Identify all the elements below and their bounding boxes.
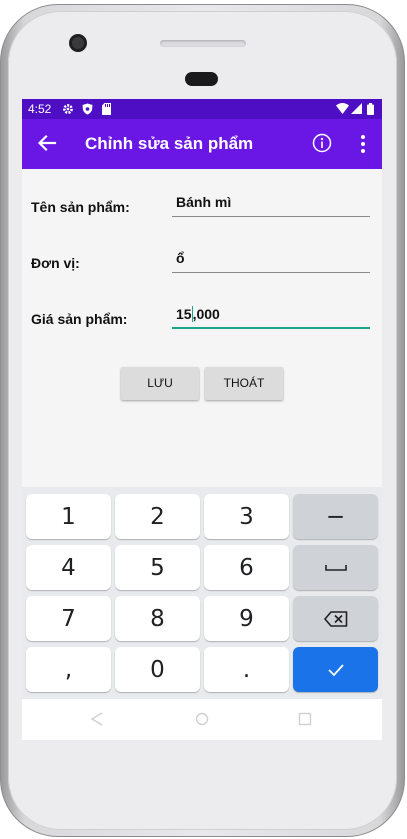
key-space[interactable]: [293, 545, 378, 590]
key-3[interactable]: 3: [204, 494, 289, 539]
key-minus[interactable]: −: [293, 494, 378, 539]
key-4[interactable]: 4: [26, 545, 111, 590]
check-icon: [327, 663, 344, 676]
unit-label: Đơn vị:: [31, 255, 80, 271]
exit-button[interactable]: THOÁT: [205, 367, 283, 400]
key-9[interactable]: 9: [204, 596, 289, 641]
arrow-back-icon[interactable]: [36, 132, 58, 154]
key-7[interactable]: 7: [26, 596, 111, 641]
key-0[interactable]: 0: [115, 647, 200, 692]
speaker-slot: [160, 40, 246, 47]
key-6[interactable]: 6: [204, 545, 289, 590]
front-camera: [69, 34, 87, 52]
space-icon: [324, 564, 347, 571]
info-icon[interactable]: [312, 133, 332, 153]
numeric-keyboard: 1 2 3 − 4 5 6 7 8 9 , 0 .: [22, 487, 382, 699]
key-enter[interactable]: [293, 647, 378, 692]
page-title: Chỉnh sửa sản phẩm: [85, 134, 254, 153]
earpiece: [185, 72, 218, 86]
status-time: 4:52: [28, 102, 52, 116]
sd-card-icon: [102, 103, 111, 115]
unit-value: ổ: [176, 250, 185, 266]
unit-field[interactable]: ổ: [172, 247, 370, 273]
gear-icon: [63, 104, 73, 114]
save-button[interactable]: LƯU: [121, 367, 199, 400]
name-field[interactable]: Bánh mì: [172, 191, 370, 217]
key-2[interactable]: 2: [115, 494, 200, 539]
wifi-icon: [336, 103, 349, 114]
status-bar: 4:52: [22, 99, 382, 119]
battery-icon: [367, 103, 374, 115]
shield-icon: [82, 103, 93, 115]
price-value-before-cursor: 15: [176, 306, 192, 322]
price-field[interactable]: 15,000: [172, 303, 370, 329]
key-backspace[interactable]: [293, 596, 378, 641]
nav-home-icon[interactable]: [195, 712, 209, 726]
key-1[interactable]: 1: [26, 494, 111, 539]
key-comma[interactable]: ,: [26, 647, 111, 692]
key-5[interactable]: 5: [115, 545, 200, 590]
backspace-icon: [323, 610, 347, 627]
name-label: Tên sản phẩm:: [31, 199, 130, 215]
name-value: Bánh mì: [176, 194, 232, 210]
price-label: Giá sản phẩm:: [31, 311, 128, 327]
nav-recents-icon[interactable]: [298, 712, 312, 726]
key-period[interactable]: .: [204, 647, 289, 692]
more-vert-icon[interactable]: [356, 133, 370, 155]
key-8[interactable]: 8: [115, 596, 200, 641]
app-bar: Chỉnh sửa sản phẩm: [22, 119, 382, 169]
screen: 4:52 Chỉnh sửa sản phẩm Tên sản phẩm: Bá…: [22, 99, 382, 740]
signal-icon: [351, 103, 362, 114]
nav-back-icon[interactable]: [90, 712, 104, 726]
price-value-after-cursor: ,000: [192, 306, 220, 322]
navigation-bar: [22, 699, 382, 740]
